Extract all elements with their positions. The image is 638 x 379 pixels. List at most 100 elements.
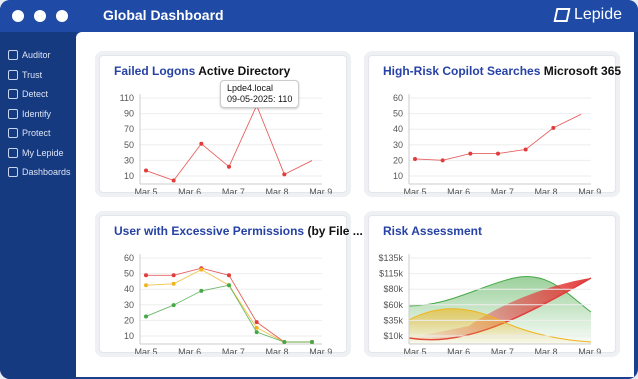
data-point: [227, 273, 231, 278]
sidebar-item-label: Detect: [22, 89, 49, 99]
x-tick-label: Mar 7: [222, 187, 245, 194]
x-tick-label: Mar 7: [491, 187, 514, 194]
eye-icon: [8, 50, 18, 60]
x-tick-label: Mar 6: [178, 187, 201, 194]
tooltip-host: Lpde4.local: [227, 83, 274, 93]
window-minimize-dot[interactable]: [34, 10, 46, 22]
failed-logons-card[interactable]: Failed Logons Active Directory Mar 5 Mar …: [99, 55, 347, 194]
data-point: [199, 141, 204, 146]
x-tick-label: Mar 6: [447, 187, 470, 194]
y-tick-label: 90: [124, 109, 134, 119]
y-tick-label: 30: [124, 300, 134, 310]
y-tick-label: 110: [120, 93, 134, 103]
x-tick-label: Mar 8: [266, 347, 289, 354]
y-tick-label: $60k: [383, 300, 403, 310]
shield-icon: [8, 70, 18, 80]
y-tick-label: 10: [393, 171, 403, 181]
excessive-permissions-chart: Mar 5 Mar 6 Mar 7 Mar 8 Mar 9 10 20 30 40 50 60: [124, 253, 332, 354]
x-tick-label: Mar 5: [134, 347, 157, 354]
x-tick-label: Mar 9: [309, 187, 332, 194]
x-tick-label: Mar 6: [178, 347, 201, 354]
x-tick-label: Mar 8: [535, 347, 558, 354]
user-icon: [8, 148, 18, 158]
data-point: [254, 330, 259, 335]
data-point: [282, 172, 287, 177]
data-point: [171, 178, 176, 183]
data-point: [171, 303, 176, 308]
sidebar-item-label: Dashboards: [22, 167, 71, 177]
x-tick-label: Mar 9: [578, 187, 601, 194]
data-point: [254, 320, 259, 325]
data-point: [144, 283, 148, 288]
y-tick-label: 50: [124, 269, 134, 279]
data-point: [227, 164, 231, 169]
sidebar-item-dashboards[interactable]: Dashboards: [8, 167, 71, 177]
brand-name: Lepide: [573, 6, 622, 23]
y-tick-label: 70: [124, 124, 134, 134]
sidebar: Auditor Trust Detect Identify Protect My…: [0, 32, 76, 379]
x-tick-label: Mar 9: [309, 347, 332, 354]
data-point: [199, 267, 204, 272]
x-tick-label: Mar 7: [222, 347, 245, 354]
y-tick-label: $80k: [383, 284, 403, 294]
sidebar-item-my-lepide[interactable]: My Lepide: [8, 148, 64, 158]
y-tick-label: 60: [393, 93, 403, 103]
data-point: [199, 288, 204, 293]
sidebar-item-protect[interactable]: Protect: [8, 128, 51, 138]
y-tick-label: 20: [393, 155, 403, 165]
title-bar: Global Dashboard Lepide: [0, 0, 638, 32]
x-tick-label: Mar 7: [491, 347, 514, 354]
x-tick-label: Mar 5: [403, 347, 426, 354]
data-point: [227, 283, 231, 288]
data-point: [144, 314, 148, 319]
sidebar-item-detect[interactable]: Detect: [8, 89, 48, 99]
failed-logons-chart: Mar 5 Mar 6 Mar 7 Mar 8 Mar 9 10 30 50 70 90 110: [120, 93, 333, 194]
window-maximize-dot[interactable]: [56, 10, 68, 22]
y-tick-label: $10k: [383, 331, 403, 341]
page-title: Global Dashboard: [103, 7, 224, 23]
series-line: [145, 284, 312, 343]
main-content: Failed Logons Active Directory Mar 5 Mar …: [76, 32, 634, 377]
data-point: [144, 273, 148, 278]
sidebar-item-label: Auditor: [22, 50, 51, 60]
data-point: [496, 151, 500, 156]
x-tick-label: Mar 9: [578, 347, 601, 354]
risk-assessment-card[interactable]: Risk Assessment Mar 5 Mar 6 Mar 7 Mar 8 …: [368, 215, 616, 354]
copilot-searches-chart: Mar 5 Mar 6 Mar 7 Mar 8 Mar 9 10 20 30 40 50 60: [393, 93, 601, 194]
sidebar-item-auditor[interactable]: Auditor: [8, 50, 51, 60]
excessive-permissions-card[interactable]: User with Excessive Permissions (by File…: [99, 215, 363, 354]
y-tick-label: 30: [124, 155, 134, 165]
window-close-dot[interactable]: [12, 10, 24, 22]
copilot-searches-card[interactable]: High-Risk Copilot Searches Microsoft 365…: [368, 55, 621, 194]
data-point: [282, 340, 287, 344]
y-tick-label: 50: [124, 140, 134, 150]
id-card-icon: [8, 109, 18, 119]
y-tick-label: 10: [124, 171, 134, 181]
tooltip-value: 09-05-2025: 110: [227, 94, 293, 104]
risk-assessment-chart: Mar 5 Mar 6 Mar 7 Mar 8 Mar 9 $10k $35k $60k $80…: [378, 253, 601, 354]
y-tick-label: 20: [124, 315, 134, 325]
window-frame: Global Dashboard Lepide Auditor Trust De…: [0, 0, 638, 379]
data-point: [144, 168, 148, 173]
sidebar-item-label: Identify: [22, 109, 52, 119]
brand-logo: Lepide: [553, 6, 622, 24]
series-line: [145, 104, 313, 182]
y-tick-label: 60: [124, 253, 134, 263]
y-tick-label: $35k: [383, 315, 403, 325]
x-tick-label: Mar 5: [134, 187, 157, 194]
x-tick-label: Mar 8: [266, 187, 289, 194]
sidebar-item-identify[interactable]: Identify: [8, 109, 51, 119]
data-point: [171, 281, 176, 286]
sidebar-item-label: My Lepide: [22, 148, 64, 158]
x-tick-label: Mar 8: [535, 187, 558, 194]
y-tick-label: 40: [393, 124, 403, 134]
x-tick-label: Mar 6: [447, 347, 470, 354]
y-tick-label: 30: [393, 140, 403, 150]
lock-icon: [8, 128, 18, 138]
data-point: [523, 147, 528, 152]
y-tick-label: 10: [124, 331, 134, 341]
lepide-logo-icon: [553, 8, 571, 22]
sidebar-item-trust[interactable]: Trust: [8, 70, 42, 80]
y-tick-label: $135k: [378, 253, 403, 263]
radar-icon: [8, 89, 18, 99]
